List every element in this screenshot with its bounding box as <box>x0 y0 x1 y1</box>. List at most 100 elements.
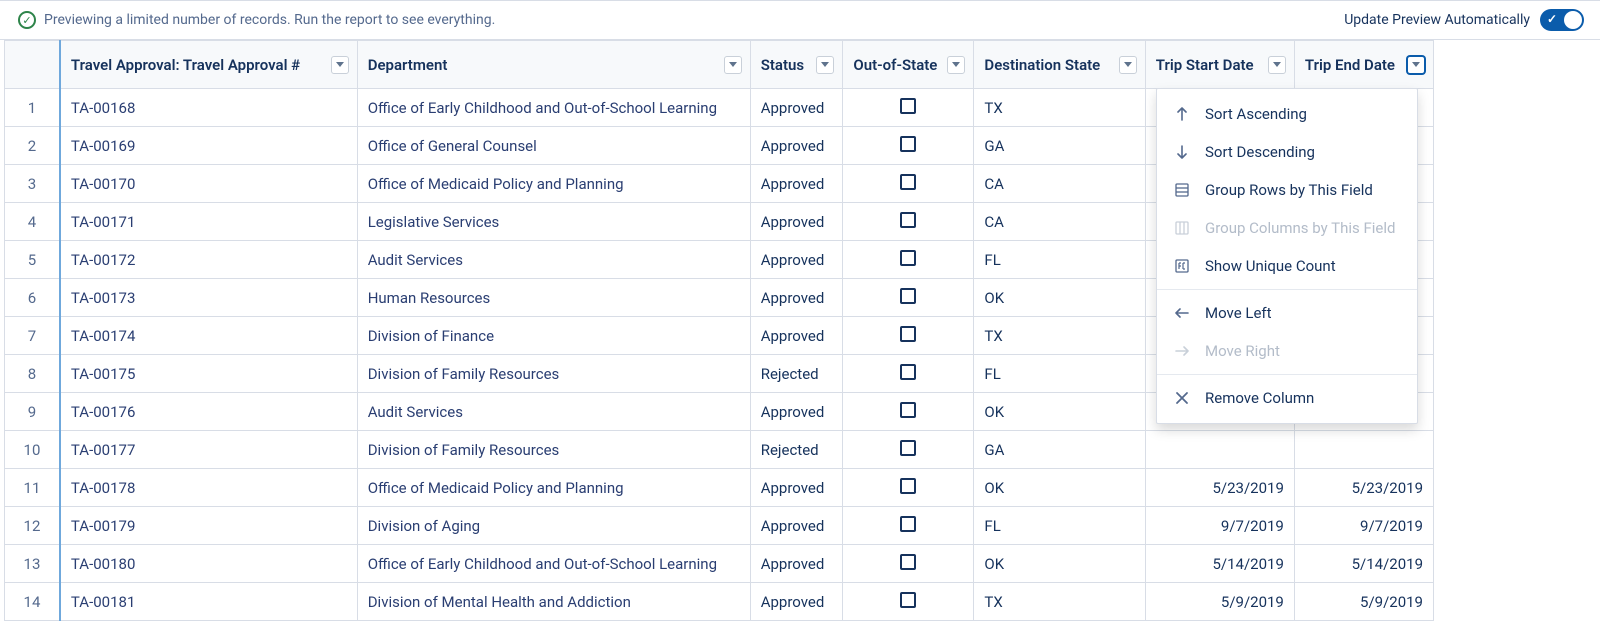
menu-show-unique-count[interactable]: Show Unique Count <box>1157 247 1417 285</box>
cell-travel-approval[interactable]: TA-00173 <box>60 279 357 317</box>
col-menu-button[interactable] <box>331 56 349 74</box>
cell-travel-approval[interactable]: TA-00168 <box>60 89 357 127</box>
col-head-travel-approval[interactable]: Travel Approval: Travel Approval # <box>60 41 357 89</box>
cell-department[interactable]: Office of Medicaid Policy and Planning <box>357 165 750 203</box>
col-head-out-of-state[interactable]: Out-of-State <box>843 41 974 89</box>
menu-label: Move Left <box>1205 304 1272 322</box>
cell-travel-approval[interactable]: TA-00177 <box>60 431 357 469</box>
row-number: 5 <box>5 241 60 279</box>
col-menu-button[interactable] <box>947 56 965 74</box>
cell-travel-approval[interactable]: TA-00174 <box>60 317 357 355</box>
cell-status: Approved <box>750 241 843 279</box>
cell-travel-approval[interactable]: TA-00180 <box>60 545 357 583</box>
cell-department[interactable]: Division of Family Resources <box>357 431 750 469</box>
cell-destination-state: TX <box>974 89 1145 127</box>
cell-travel-approval[interactable]: TA-00178 <box>60 469 357 507</box>
cell-travel-approval[interactable]: TA-00176 <box>60 393 357 431</box>
cell-out-of-state <box>843 393 974 431</box>
table-row: 11TA-00178Office of Medicaid Policy and … <box>5 469 1434 507</box>
hash-icon <box>1173 257 1191 275</box>
cell-travel-approval[interactable]: TA-00171 <box>60 203 357 241</box>
col-label: Travel Approval: Travel Approval # <box>71 56 323 74</box>
cell-department[interactable]: Legislative Services <box>357 203 750 241</box>
row-number: 7 <box>5 317 60 355</box>
col-head-department[interactable]: Department <box>357 41 750 89</box>
checkbox-icon <box>900 136 916 152</box>
checkbox-icon <box>900 402 916 418</box>
cell-trip-end-date: 5/14/2019 <box>1294 545 1433 583</box>
cell-destination-state: OK <box>974 279 1145 317</box>
auto-update-toggle[interactable]: ✓ <box>1540 9 1584 31</box>
cell-status: Rejected <box>750 355 843 393</box>
cell-destination-state: FL <box>974 507 1145 545</box>
cell-department[interactable]: Division of Family Resources <box>357 355 750 393</box>
cell-status: Approved <box>750 507 843 545</box>
menu-move-left[interactable]: Move Left <box>1157 294 1417 332</box>
col-menu-button[interactable] <box>724 56 742 74</box>
menu-remove-column[interactable]: Remove Column <box>1157 379 1417 417</box>
col-menu-button[interactable] <box>1268 56 1286 74</box>
row-number: 8 <box>5 355 60 393</box>
cell-travel-approval[interactable]: TA-00170 <box>60 165 357 203</box>
menu-label: Move Right <box>1205 342 1280 360</box>
cell-status: Approved <box>750 393 843 431</box>
menu-group-rows[interactable]: Group Rows by This Field <box>1157 171 1417 209</box>
col-menu-button[interactable] <box>816 56 834 74</box>
cell-department[interactable]: Office of Medicaid Policy and Planning <box>357 469 750 507</box>
checkbox-icon <box>900 98 916 114</box>
cell-status: Approved <box>750 279 843 317</box>
rows-icon <box>1173 181 1191 199</box>
cell-department[interactable]: Office of Early Childhood and Out-of-Sch… <box>357 545 750 583</box>
cell-destination-state: OK <box>974 469 1145 507</box>
cell-trip-end-date: 9/7/2019 <box>1294 507 1433 545</box>
cell-destination-state: CA <box>974 203 1145 241</box>
report-grid: Travel Approval: Travel Approval # Depar… <box>0 40 1600 621</box>
row-number: 9 <box>5 393 60 431</box>
cell-department[interactable]: Office of General Counsel <box>357 127 750 165</box>
menu-separator <box>1157 374 1417 375</box>
col-head-rownum <box>5 41 60 89</box>
cell-status: Approved <box>750 583 843 621</box>
cell-out-of-state <box>843 583 974 621</box>
menu-label: Show Unique Count <box>1205 257 1336 275</box>
row-number: 10 <box>5 431 60 469</box>
col-head-status[interactable]: Status <box>750 41 843 89</box>
cell-travel-approval[interactable]: TA-00175 <box>60 355 357 393</box>
col-head-trip-end-date[interactable]: Trip End Date <box>1294 41 1433 89</box>
cell-travel-approval[interactable]: TA-00179 <box>60 507 357 545</box>
cell-department[interactable]: Audit Services <box>357 241 750 279</box>
menu-label: Group Rows by This Field <box>1205 181 1373 199</box>
col-head-trip-start-date[interactable]: Trip Start Date <box>1145 41 1294 89</box>
chevron-down-icon <box>336 62 344 67</box>
col-menu-button[interactable] <box>1407 56 1425 74</box>
col-head-destination-state[interactable]: Destination State <box>974 41 1145 89</box>
close-icon <box>1173 389 1191 407</box>
menu-sort-ascending[interactable]: Sort Ascending <box>1157 95 1417 133</box>
row-number: 11 <box>5 469 60 507</box>
cell-travel-approval[interactable]: TA-00169 <box>60 127 357 165</box>
cell-travel-approval[interactable]: TA-00181 <box>60 583 357 621</box>
cell-department[interactable]: Human Resources <box>357 279 750 317</box>
cell-out-of-state <box>843 545 974 583</box>
cell-department[interactable]: Division of Mental Health and Addiction <box>357 583 750 621</box>
cell-department[interactable]: Office of Early Childhood and Out-of-Sch… <box>357 89 750 127</box>
cell-department[interactable]: Division of Aging <box>357 507 750 545</box>
cell-destination-state: CA <box>974 165 1145 203</box>
row-number: 6 <box>5 279 60 317</box>
col-label: Trip Start Date <box>1156 56 1260 74</box>
cell-department[interactable]: Division of Finance <box>357 317 750 355</box>
chevron-down-icon <box>1273 62 1281 67</box>
cell-out-of-state <box>843 127 974 165</box>
cell-travel-approval[interactable]: TA-00172 <box>60 241 357 279</box>
cell-destination-state: GA <box>974 431 1145 469</box>
cell-out-of-state <box>843 469 974 507</box>
col-menu-button[interactable] <box>1119 56 1137 74</box>
columns-icon <box>1173 219 1191 237</box>
col-label: Status <box>761 56 809 74</box>
auto-update-label: Update Preview Automatically <box>1344 12 1530 28</box>
cell-status: Approved <box>750 165 843 203</box>
menu-sort-descending[interactable]: Sort Descending <box>1157 133 1417 171</box>
chevron-down-icon <box>952 62 960 67</box>
cell-department[interactable]: Audit Services <box>357 393 750 431</box>
preview-message: Previewing a limited number of records. … <box>44 12 495 28</box>
